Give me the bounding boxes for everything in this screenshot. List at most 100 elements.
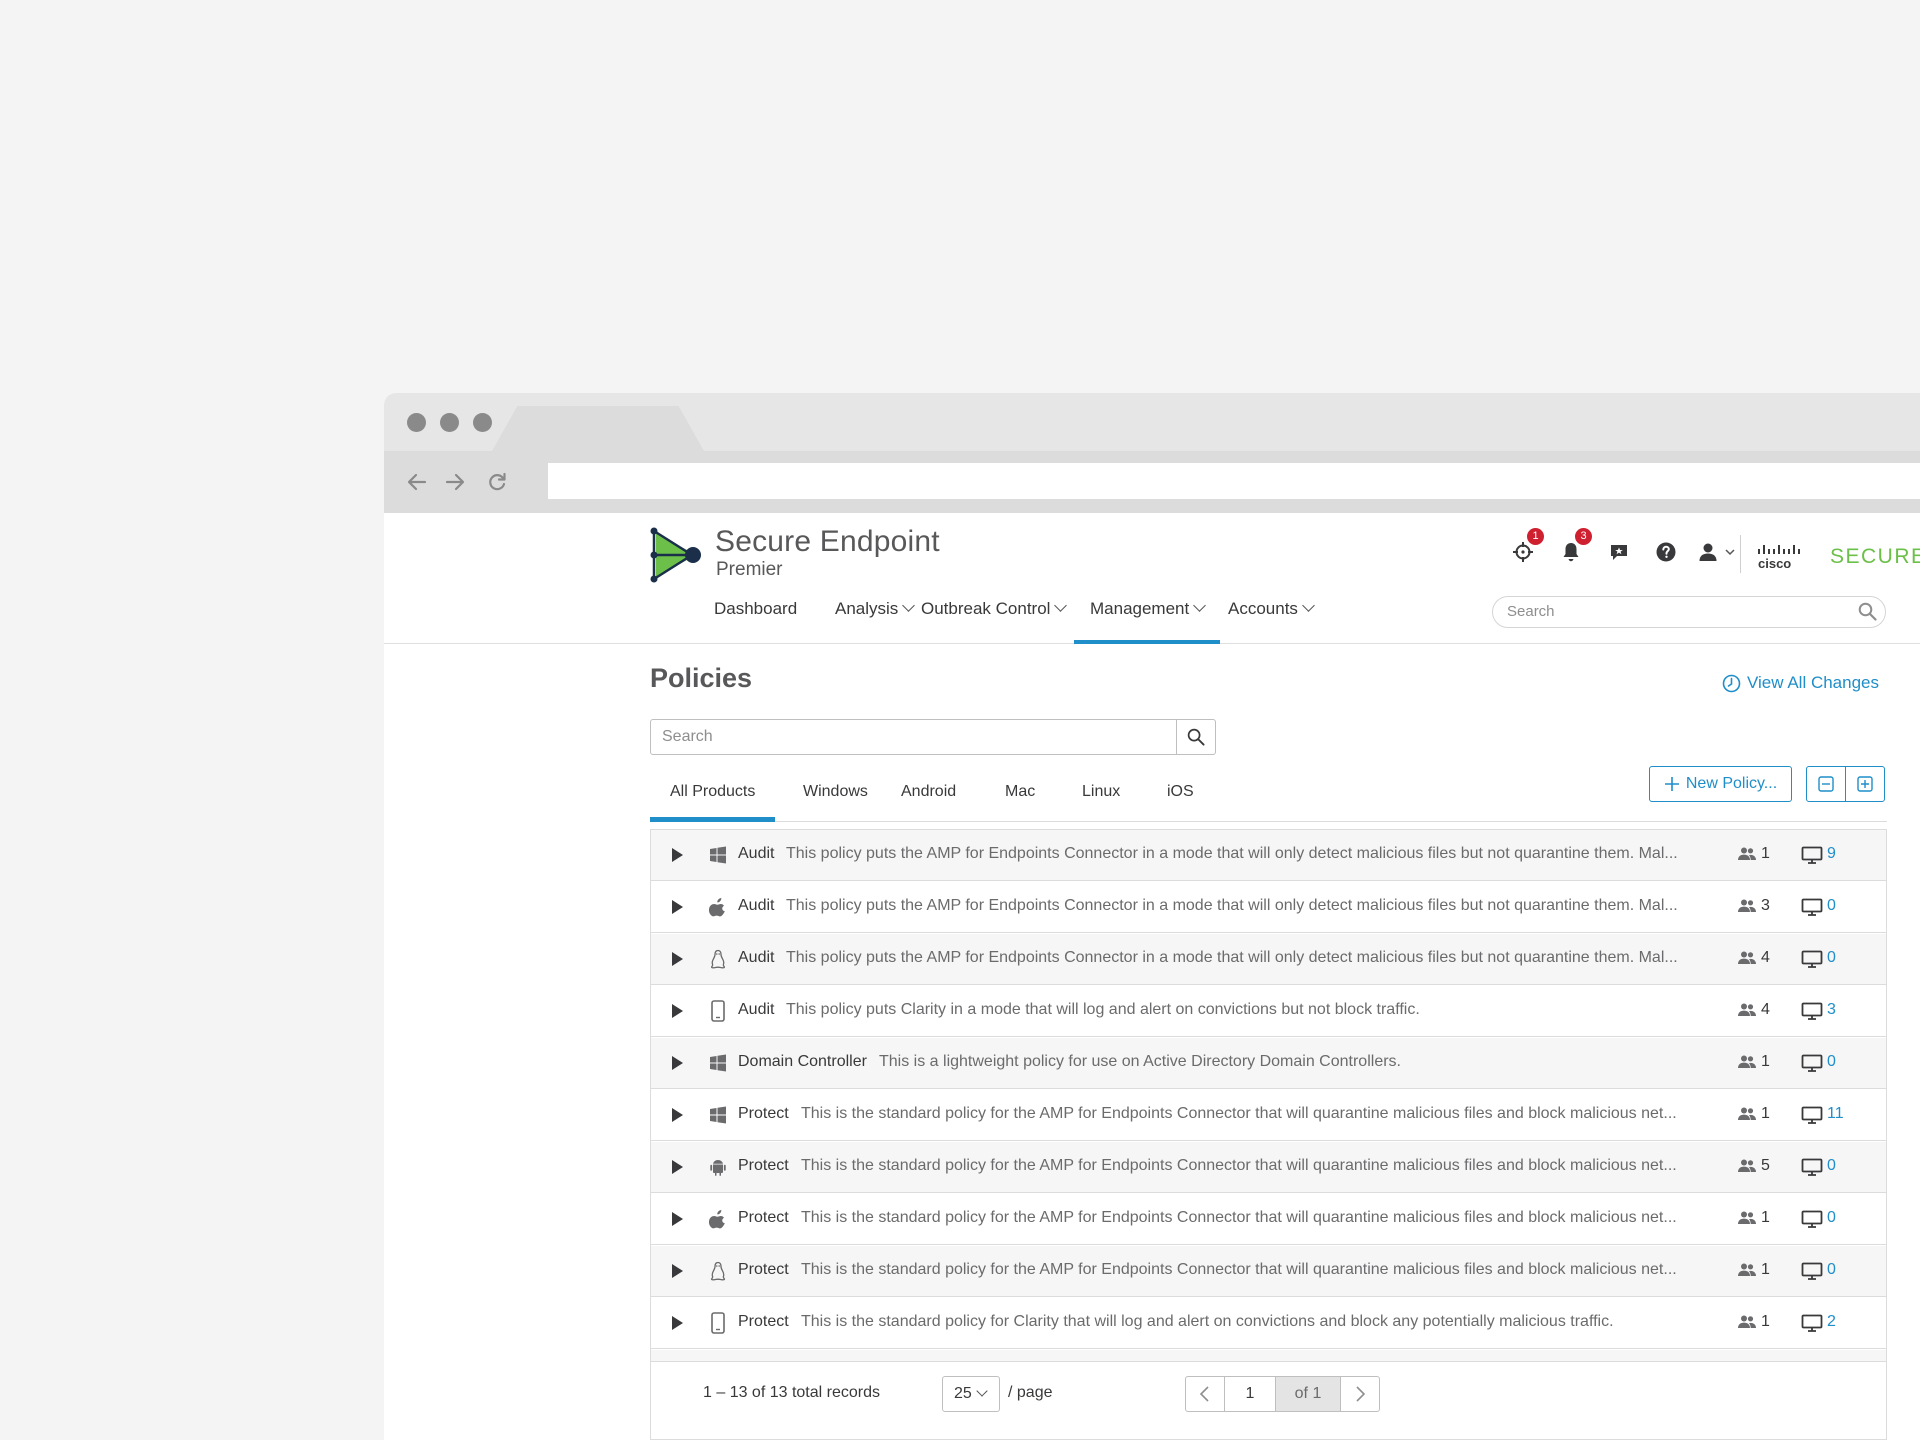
- policy-description: This is the standard policy for the AMP …: [801, 1261, 1677, 1278]
- new-policy-button[interactable]: New Policy...: [1649, 766, 1792, 802]
- computers-count-link[interactable]: 2: [1827, 1313, 1836, 1331]
- browser-tabbar: [384, 393, 1920, 451]
- nav-analysis[interactable]: Analysis: [835, 591, 916, 640]
- chevron-right-icon: [1356, 1386, 1366, 1402]
- computers-count-link[interactable]: 0: [1827, 949, 1836, 967]
- computers-count-link[interactable]: 11: [1827, 1105, 1844, 1123]
- global-search-input[interactable]: Search: [1492, 596, 1886, 628]
- page-number-input[interactable]: 1: [1224, 1376, 1276, 1412]
- groups-count: 1: [1761, 1261, 1770, 1278]
- expand-row-icon[interactable]: [672, 1212, 683, 1226]
- table-row[interactable]: Protect This is the standard policy for t…: [651, 1246, 1886, 1297]
- window-minimize-dot[interactable]: [440, 413, 459, 432]
- computers-count-link[interactable]: 0: [1827, 1053, 1836, 1071]
- expand-all-button[interactable]: [1845, 766, 1885, 802]
- groups-icon: [1737, 1106, 1757, 1127]
- forward-icon[interactable]: [440, 467, 470, 497]
- policy-name[interactable]: Audit: [738, 949, 774, 967]
- window-maximize-dot[interactable]: [473, 413, 492, 432]
- secure-wordmark: SECURE: [1830, 545, 1920, 568]
- table-row[interactable]: Audit This policy puts the AMP for Endpoi…: [651, 830, 1886, 881]
- policy-description: This is a lightweight policy for use on …: [879, 1053, 1401, 1070]
- address-bar[interactable]: [548, 463, 1920, 499]
- reload-icon[interactable]: [482, 467, 512, 497]
- apple-icon: [707, 1208, 729, 1230]
- search-icon: [1187, 728, 1205, 746]
- computers-count-link[interactable]: 0: [1827, 1209, 1836, 1227]
- expand-row-icon[interactable]: [672, 848, 683, 862]
- table-row[interactable]: Protect This is the standard policy for t…: [651, 1194, 1886, 1245]
- computers-count-link[interactable]: 3: [1827, 1001, 1836, 1019]
- collapse-all-button[interactable]: [1806, 766, 1846, 802]
- table-row[interactable]: Audit This policy puts the AMP for Endpoi…: [651, 934, 1886, 985]
- tab-linux[interactable]: Linux: [1082, 775, 1120, 817]
- browser-tab[interactable]: [492, 406, 704, 451]
- announcements-icon[interactable]: [1604, 537, 1634, 567]
- policy-name[interactable]: Domain Controller: [738, 1053, 867, 1071]
- chevron-down-icon: [976, 1385, 988, 1397]
- app-page: Secure Endpoint Premier 1 3 cisco SECURE…: [384, 513, 1920, 1440]
- groups-icon: [1737, 1262, 1757, 1283]
- policy-name[interactable]: Protect: [738, 1105, 789, 1123]
- nav-dashboard[interactable]: Dashboard: [714, 591, 797, 640]
- expand-row-icon[interactable]: [672, 1264, 683, 1278]
- table-row[interactable]: Domain Controller This is a lightweight p…: [651, 1038, 1886, 1089]
- table-row[interactable]: Protect This is the standard policy for t…: [651, 1142, 1886, 1193]
- table-row[interactable]: Audit This policy puts Clarity in a mode …: [651, 986, 1886, 1037]
- previous-page-button[interactable]: [1185, 1376, 1225, 1412]
- next-page-button[interactable]: [1340, 1376, 1380, 1412]
- computer-icon: [1801, 1262, 1823, 1285]
- secure-endpoint-logo[interactable]: [648, 527, 704, 588]
- clock-icon: [1722, 674, 1741, 692]
- computers-count-link[interactable]: 9: [1827, 845, 1836, 863]
- policy-search-input[interactable]: Search: [650, 719, 1177, 755]
- tab-ios[interactable]: iOS: [1167, 775, 1194, 817]
- computers-count-link[interactable]: 0: [1827, 1157, 1836, 1175]
- policy-name[interactable]: Audit: [738, 845, 774, 863]
- per-page-select[interactable]: 25: [942, 1376, 1000, 1412]
- groups-icon: [1737, 846, 1757, 867]
- nav-accounts[interactable]: Accounts: [1228, 591, 1315, 640]
- expand-row-icon[interactable]: [672, 1056, 683, 1070]
- expand-row-icon[interactable]: [672, 1108, 683, 1122]
- expand-row-icon[interactable]: [672, 900, 683, 914]
- policy-name[interactable]: Audit: [738, 897, 774, 915]
- groups-count: 4: [1761, 1001, 1770, 1018]
- nav-management[interactable]: Management: [1074, 591, 1221, 644]
- tab-all-products[interactable]: All Products: [650, 775, 776, 822]
- computer-icon: [1801, 1106, 1823, 1129]
- tab-mac[interactable]: Mac: [1005, 775, 1035, 817]
- cisco-logo: cisco: [1754, 541, 1826, 573]
- expand-row-icon[interactable]: [672, 952, 683, 966]
- policy-name[interactable]: Audit: [738, 1001, 774, 1019]
- threat-crosshair-icon[interactable]: 1: [1508, 528, 1544, 567]
- groups-icon: [1737, 1054, 1757, 1075]
- notifications-bell-icon[interactable]: 3: [1556, 528, 1592, 567]
- policy-name[interactable]: Protect: [738, 1313, 789, 1331]
- expand-row-icon[interactable]: [672, 1004, 683, 1018]
- groups-count: 1: [1761, 1313, 1770, 1330]
- view-all-changes-link[interactable]: View All Changes: [1722, 673, 1879, 693]
- policy-name[interactable]: Protect: [738, 1157, 789, 1175]
- expand-row-icon[interactable]: [672, 1160, 683, 1174]
- policy-description: This policy puts the AMP for Endpoints C…: [786, 897, 1678, 914]
- table-row[interactable]: Protect This is the standard policy for C…: [651, 1298, 1886, 1349]
- nav-outbreak-control[interactable]: Outbreak Control: [921, 591, 1068, 640]
- computers-count-link[interactable]: 0: [1827, 1261, 1836, 1279]
- expand-row-icon[interactable]: [672, 1316, 683, 1330]
- user-menu-icon[interactable]: [1697, 537, 1739, 567]
- help-icon[interactable]: [1651, 537, 1681, 567]
- linux-icon: [707, 948, 729, 970]
- table-row[interactable]: Protect This is the standard policy for t…: [651, 1090, 1886, 1141]
- policy-name[interactable]: Protect: [738, 1261, 789, 1279]
- policy-search-button[interactable]: [1176, 719, 1216, 755]
- back-icon[interactable]: [402, 467, 432, 497]
- window-close-dot[interactable]: [407, 413, 426, 432]
- search-icon[interactable]: [1858, 602, 1877, 626]
- tab-windows[interactable]: Windows: [803, 775, 868, 817]
- policy-name[interactable]: Protect: [738, 1209, 789, 1227]
- computers-count-link[interactable]: 0: [1827, 897, 1836, 915]
- tab-android[interactable]: Android: [901, 775, 956, 817]
- table-row[interactable]: Audit This policy puts the AMP for Endpoi…: [651, 882, 1886, 933]
- brand-subtitle: Premier: [716, 559, 783, 580]
